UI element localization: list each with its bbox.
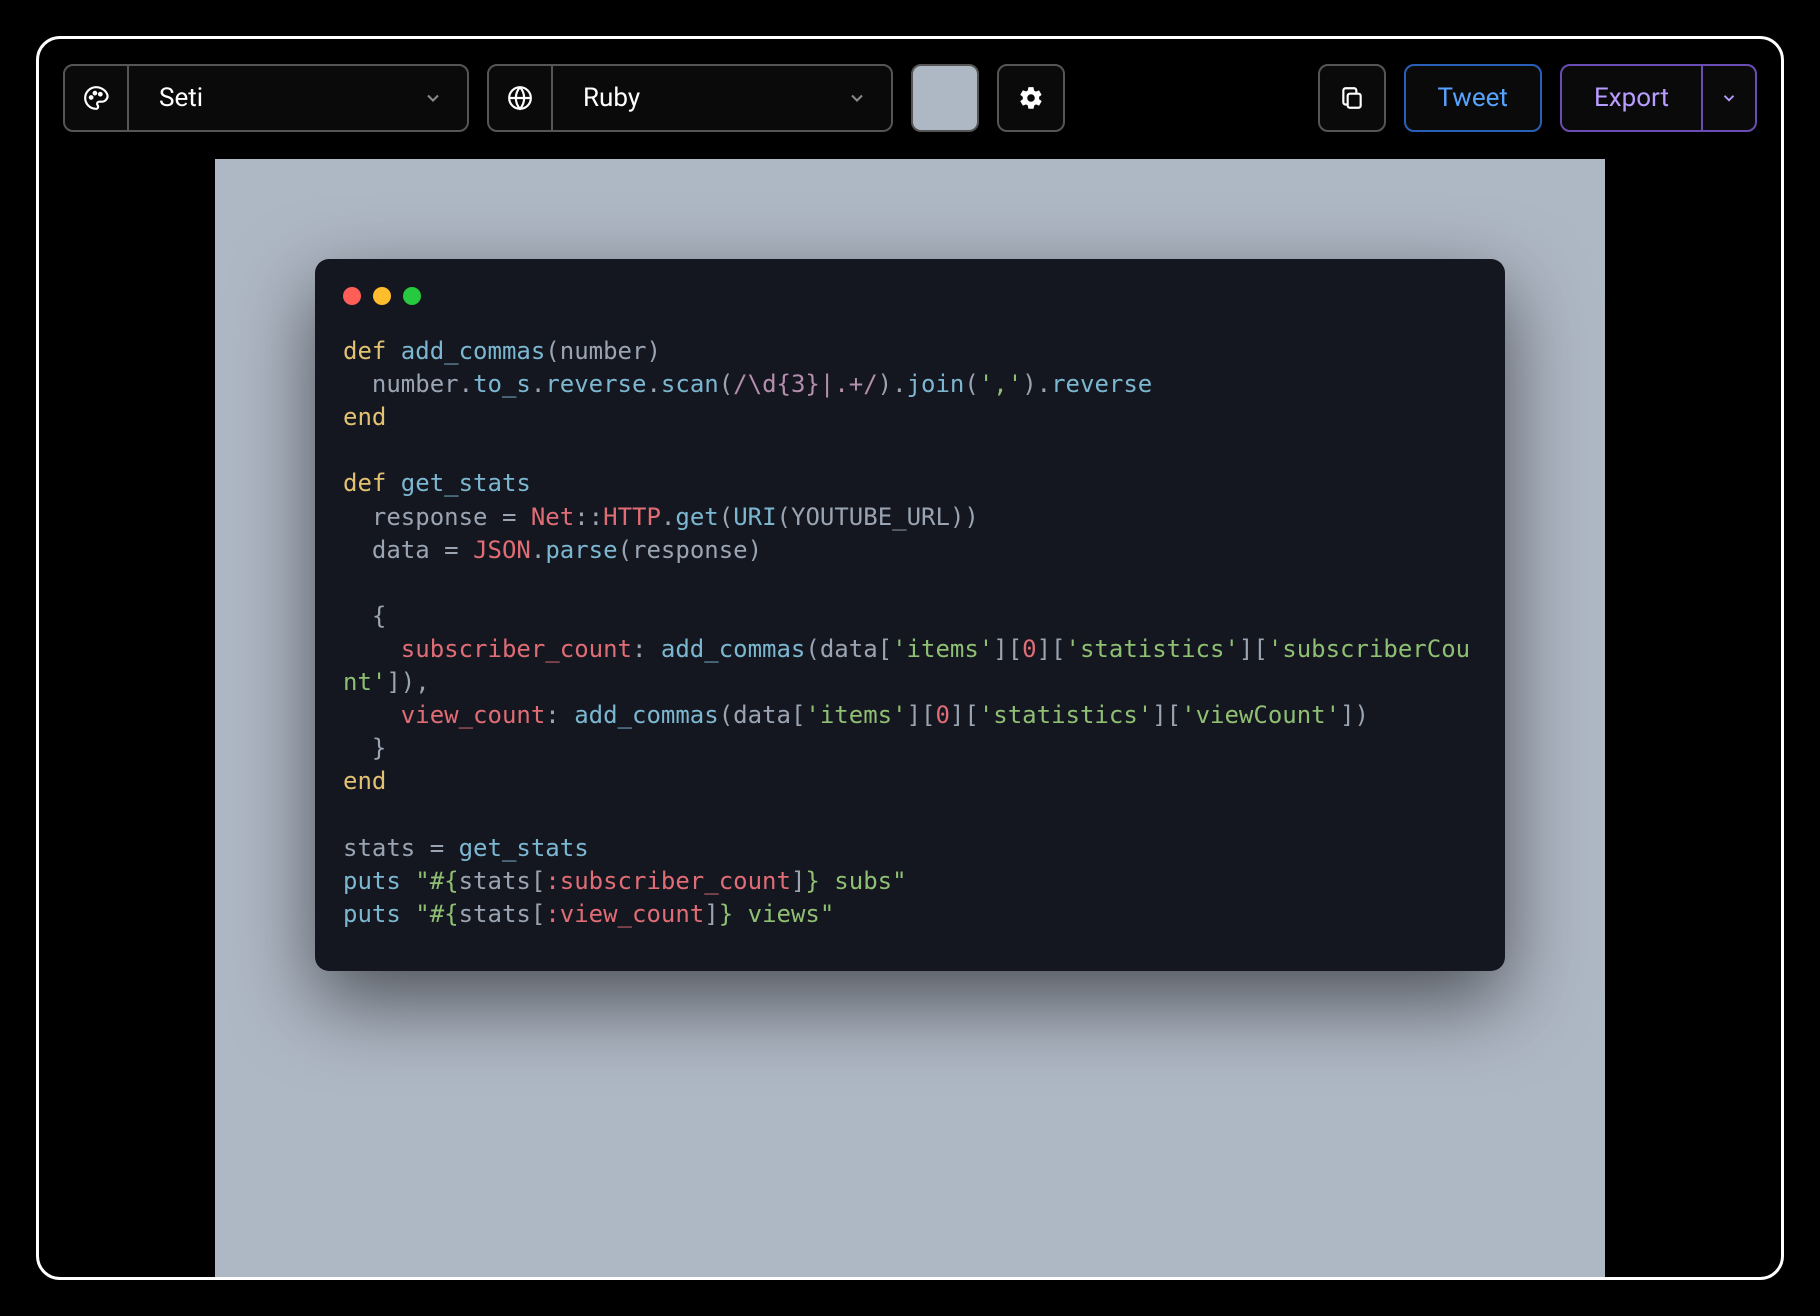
language-selector[interactable]: Ruby (487, 64, 893, 132)
export-button-group: Export (1560, 64, 1757, 132)
language-select-label: Ruby (583, 83, 640, 113)
tweet-button[interactable]: Tweet (1404, 64, 1542, 132)
theme-selector[interactable]: Seti (63, 64, 469, 132)
background-color-swatch[interactable] (911, 64, 979, 132)
chevron-down-icon (1720, 89, 1738, 107)
globe-icon (489, 66, 553, 130)
window-controls (343, 287, 1477, 305)
canvas-area: def add_commas(number) number.to_s.rever… (63, 159, 1757, 1277)
code-editor[interactable]: def add_commas(number) number.to_s.rever… (343, 335, 1477, 931)
copy-button[interactable] (1318, 64, 1386, 132)
theme-select[interactable]: Seti (129, 66, 467, 130)
chevron-down-icon (423, 88, 443, 108)
code-window: def add_commas(number) number.to_s.rever… (315, 259, 1505, 971)
app-frame: Seti Ruby (36, 36, 1784, 1280)
export-dropdown-toggle[interactable] (1701, 66, 1755, 130)
stage-background[interactable]: def add_commas(number) number.to_s.rever… (215, 159, 1605, 1277)
theme-select-label: Seti (159, 83, 203, 113)
minimize-dot-icon (373, 287, 391, 305)
maximize-dot-icon (403, 287, 421, 305)
copy-icon (1339, 85, 1365, 111)
chevron-down-icon (847, 88, 867, 108)
close-dot-icon (343, 287, 361, 305)
toolbar: Seti Ruby (63, 63, 1757, 133)
palette-icon (65, 66, 129, 130)
settings-button[interactable] (997, 64, 1065, 132)
gear-icon (1018, 85, 1044, 111)
export-button-label: Export (1594, 83, 1669, 113)
export-button[interactable]: Export (1562, 66, 1701, 130)
language-select[interactable]: Ruby (553, 66, 891, 130)
tweet-button-label: Tweet (1438, 83, 1508, 113)
